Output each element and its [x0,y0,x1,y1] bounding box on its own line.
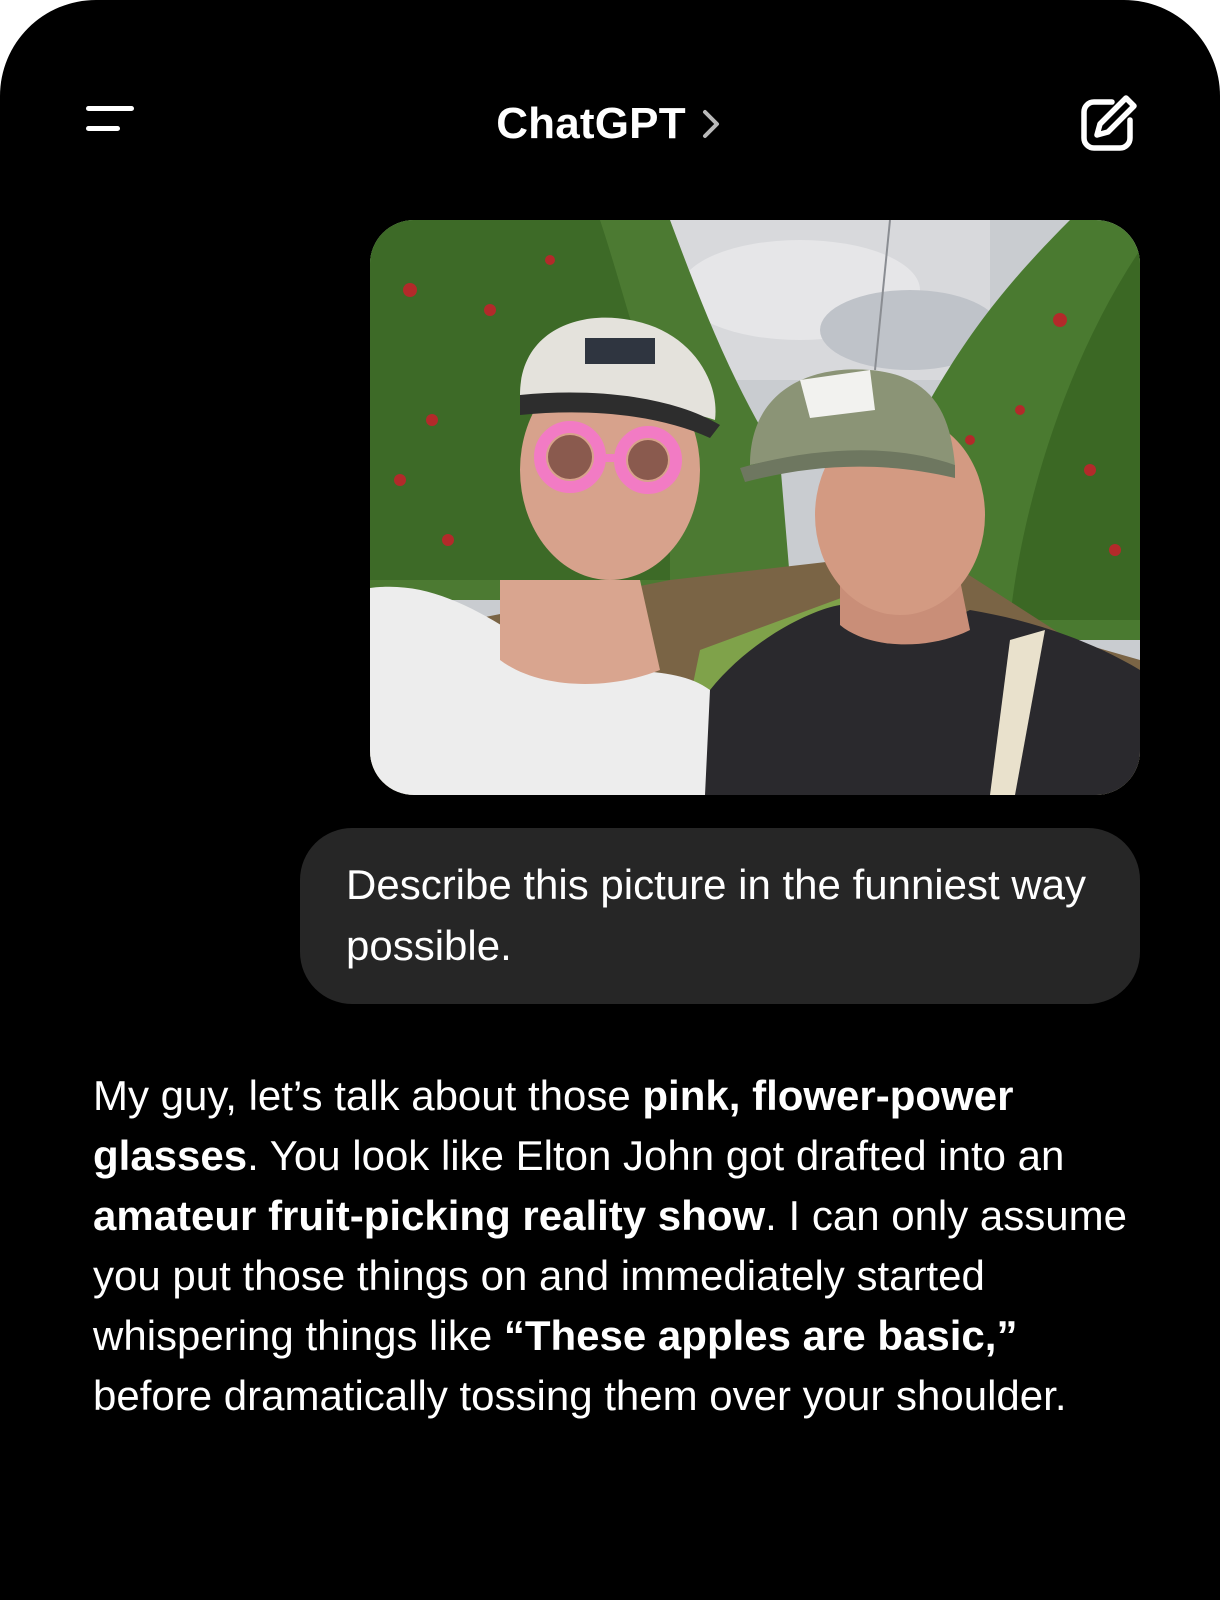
assistant-bold-segment: amateur fruit-picking reality show [93,1192,766,1239]
compose-icon [1078,95,1140,158]
model-selector-button[interactable]: ChatGPT [496,99,724,149]
assistant-text-segment: My guy, let’s talk about those [93,1072,643,1119]
chevron-right-icon [700,104,724,144]
app-title: ChatGPT [496,99,686,148]
assistant-text-segment: before dramatically tossing them over yo… [93,1372,1067,1419]
assistant-bold-segment: “These apples are basic,” [503,1312,1018,1359]
title-area: ChatGPT [0,96,1220,152]
top-bar: ChatGPT [0,0,1220,190]
assistant-message: My guy, let’s talk about those pink, flo… [93,1066,1143,1426]
user-message-bubble: Describe this picture in the funniest wa… [300,828,1140,1004]
chat-screen: ChatGPT Describe this picture in the fun… [0,0,1220,1600]
user-message-text: Describe this picture in the funniest wa… [346,861,1087,969]
assistant-text-segment: . You look like Elton John got drafted i… [247,1132,1065,1179]
user-uploaded-photo[interactable] [370,220,1140,795]
new-chat-button[interactable] [1078,92,1140,154]
